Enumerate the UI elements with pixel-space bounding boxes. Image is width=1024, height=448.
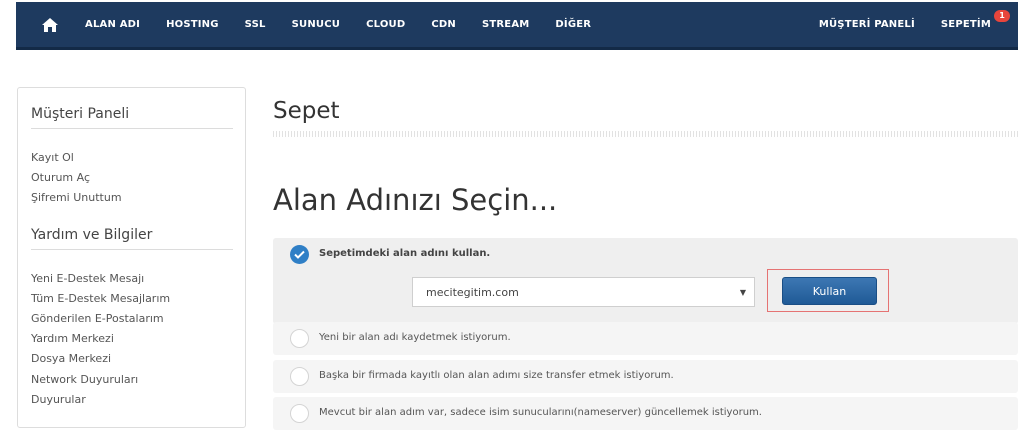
sidebar-link-sent-emails[interactable]: Gönderilen E-Postalarım [31,312,164,325]
use-button[interactable]: Kullan [782,277,877,305]
sidebar-heading-help: Yardım ve Bilgiler [31,227,233,250]
option-transfer-label: Başka bir firmada kayıtlı olan alan adım… [319,370,674,381]
title-divider [273,131,1018,137]
nav-item-hosting[interactable]: HOSTING [153,19,232,30]
domain-select[interactable]: mecitegitim.com ▼ [412,277,755,307]
top-navbar: ALAN ADI HOSTING SSL SUNUCU CLOUD CDN ST… [16,2,1018,50]
highlight-annotation: Kullan [767,269,889,312]
option-nameserver-label: Mevcut bir alan adım var, sadece isim su… [319,407,762,418]
option-use-cart-domain: Sepetimdeki alan adını kullan. mecitegit… [273,238,1018,324]
radio-circle-icon[interactable] [290,404,309,423]
option-register-new-label: Yeni bir alan adı kaydetmek istiyorum. [319,332,511,343]
caret-down-icon: ▼ [739,287,746,297]
sidebar-link-register[interactable]: Kayıt Ol [31,151,74,164]
sidebar: Müşteri Paneli Kayıt Ol Oturum Aç Şifrem… [17,87,246,428]
check-circle-icon[interactable] [290,245,309,264]
nav-item-alan-adi[interactable]: ALAN ADI [72,19,153,30]
nav-cart-label: SEPETİM [940,19,991,30]
sidebar-heading-customer-panel: Müşteri Paneli [31,106,233,129]
sidebar-link-new-ticket[interactable]: Yeni E-Destek Mesajı [31,272,144,285]
nav-item-ssl[interactable]: SSL [232,19,279,30]
nav-cart[interactable]: SEPETİM 1 [928,10,1010,30]
sidebar-link-forgot-password[interactable]: Şifremi Unuttum [31,191,122,204]
sidebar-link-announcements[interactable]: Duyurular [31,393,86,406]
page-title: Sepet [273,98,340,124]
nav-item-sunucu[interactable]: SUNUCU [279,19,353,30]
nav-item-diger[interactable]: DİĞER [542,19,604,30]
section-title: Alan Adınızı Seçin... [273,183,558,217]
option-nameserver[interactable]: Mevcut bir alan adım var, sadece isim su… [273,397,1018,430]
sidebar-link-login[interactable]: Oturum Aç [31,171,90,184]
sidebar-link-all-tickets[interactable]: Tüm E-Destek Mesajlarım [31,292,170,305]
sidebar-link-help-center[interactable]: Yardım Merkezi [31,332,114,345]
home-icon[interactable] [36,13,64,37]
option-use-cart-domain-label: Sepetimdeki alan adını kullan. [319,248,491,259]
sidebar-link-network-announcements[interactable]: Network Duyuruları [31,373,138,386]
nav-item-cdn[interactable]: CDN [418,19,469,30]
radio-circle-icon[interactable] [290,329,309,348]
option-transfer[interactable]: Başka bir firmada kayıtlı olan alan adım… [273,360,1018,393]
radio-circle-icon[interactable] [290,367,309,386]
nav-item-stream[interactable]: STREAM [469,19,542,30]
option-register-new[interactable]: Yeni bir alan adı kaydetmek istiyorum. [273,322,1018,355]
nav-customer-panel[interactable]: MÜŞTERİ PANELİ [806,19,928,30]
cart-count-badge: 1 [994,10,1010,22]
sidebar-link-file-center[interactable]: Dosya Merkezi [31,352,111,365]
nav-item-cloud[interactable]: CLOUD [353,19,418,30]
domain-select-value: mecitegitim.com [426,285,519,299]
